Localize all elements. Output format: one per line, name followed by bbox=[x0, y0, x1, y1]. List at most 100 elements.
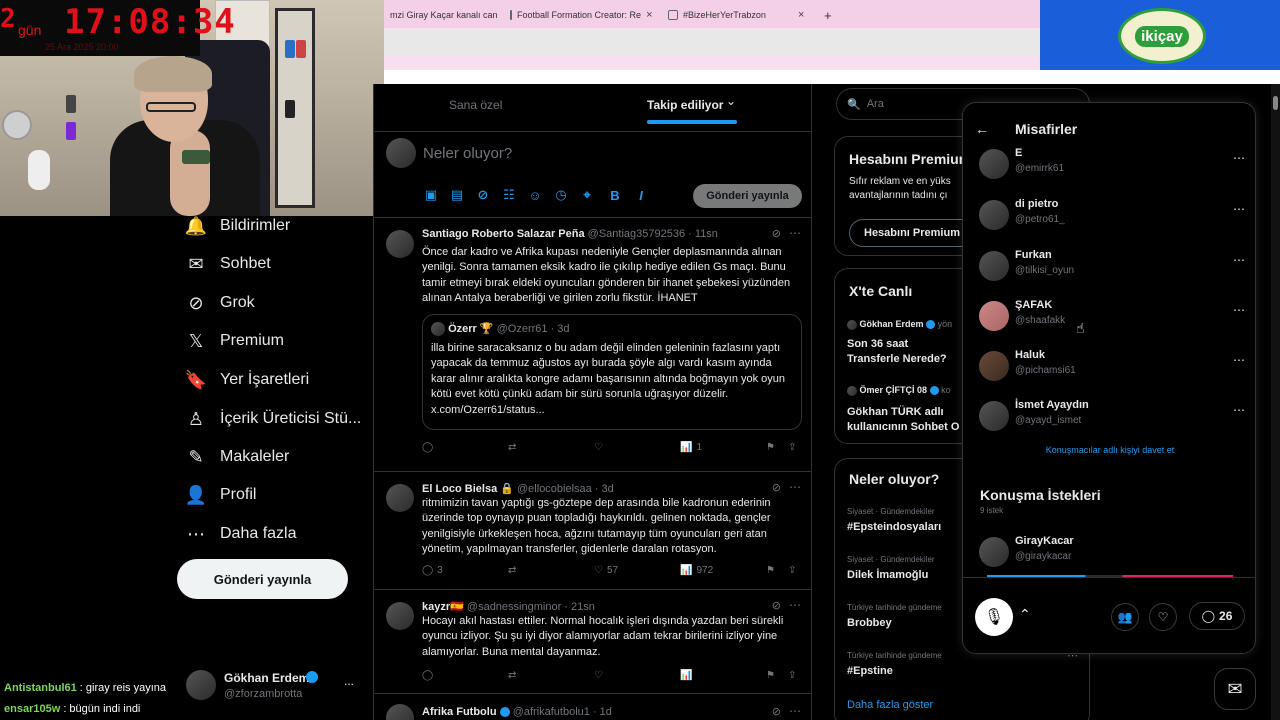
tweet[interactable]: Afrika Futbolu @afrikafutbolu1 · 1d ⊘ ⋯ bbox=[374, 694, 811, 720]
reply-icon[interactable]: ◯ bbox=[422, 442, 433, 453]
avatar[interactable] bbox=[386, 704, 414, 720]
retweet-icon[interactable]: ⇄ bbox=[508, 565, 516, 576]
more-icon[interactable]: ⋯ bbox=[789, 226, 801, 240]
grok-icon[interactable]: ⊘ bbox=[772, 705, 781, 718]
like-icon[interactable]: ♡ bbox=[594, 442, 603, 453]
ikicay-logo: ikiçay bbox=[1118, 8, 1206, 64]
tweet-author-name[interactable]: Afrika Futbolu bbox=[422, 706, 497, 718]
reactions-button[interactable]: ♡ bbox=[1149, 603, 1177, 631]
trend-item[interactable]: Türkiye tarihinde gündeme #Epstine bbox=[847, 651, 1077, 681]
sidebar-item-chat[interactable]: ✉ Sohbet bbox=[186, 249, 270, 279]
sidebar-item-premium[interactable]: 𝕏 Premium bbox=[186, 326, 284, 356]
retweet-icon[interactable]: ⇄ bbox=[508, 670, 516, 681]
tweet-author-name[interactable]: Santiago Roberto Salazar Peña bbox=[422, 228, 585, 240]
quoted-tweet[interactable]: Özerr 🏆 @Ozerr61 · 3d illa birine saraca… bbox=[422, 314, 802, 430]
guest-item[interactable]: ŞAFAK @shaafakk ⋯ bbox=[979, 297, 1249, 337]
more-icon[interactable]: ⋯ bbox=[1233, 403, 1245, 417]
request-item[interactable]: GirayKacar @giraykacar bbox=[979, 533, 1249, 573]
scrollbar-thumb[interactable] bbox=[1273, 96, 1278, 110]
messages-button[interactable]: ✉ bbox=[1214, 668, 1256, 710]
scrollbar[interactable] bbox=[1271, 84, 1280, 720]
tweet[interactable]: kayzr🇪🇸 @sadnessingminor · 21sn ⊘ ⋯ Hoca… bbox=[374, 590, 811, 694]
bold-icon[interactable]: B bbox=[608, 188, 622, 203]
share-icon[interactable]: ⇪ bbox=[788, 442, 796, 453]
share-icon[interactable]: ⇪ bbox=[788, 670, 796, 681]
more-icon[interactable]: ⋯ bbox=[1233, 151, 1245, 165]
more-icon[interactable]: ⋯ bbox=[789, 480, 801, 494]
like-button[interactable]: ♡ 57 bbox=[594, 565, 618, 576]
avatar[interactable] bbox=[386, 484, 414, 512]
guest-item[interactable]: di pietro @petro61_ ⋯ bbox=[979, 196, 1249, 236]
browser-tab[interactable]: mzi Giray Kaçar kanalı can × bbox=[384, 4, 500, 26]
bookmark-icon[interactable]: ⚑ bbox=[766, 670, 775, 681]
account-switcher[interactable]: Gökhan Erdem @zforzambrotta ... bbox=[186, 668, 366, 708]
tweet-text: ritmimizin tavan yaptığı gs-göztepe dep … bbox=[422, 497, 771, 556]
new-tab-button[interactable]: + bbox=[818, 4, 838, 26]
browser-tab[interactable]: Football Formation Creator: Re × bbox=[504, 4, 654, 26]
creator-studio-icon: ♙ bbox=[187, 408, 205, 429]
retweet-icon[interactable]: ⇄ bbox=[508, 442, 516, 453]
chevron-down-icon[interactable]: ⌄ bbox=[726, 94, 736, 108]
tab-following[interactable]: Takip ediliyor bbox=[647, 98, 723, 112]
composer-post-button[interactable]: Gönderi yayınla bbox=[693, 184, 802, 208]
more-icon[interactable]: ... bbox=[344, 674, 354, 688]
more-icon[interactable]: ⋯ bbox=[789, 598, 801, 612]
bookmark-icon[interactable]: ⚑ bbox=[766, 442, 775, 453]
italic-icon[interactable]: I bbox=[634, 188, 648, 203]
grok-icon[interactable]: ⊘ bbox=[476, 187, 490, 202]
more-icon[interactable]: ⋯ bbox=[1233, 303, 1245, 317]
invite-speakers-link[interactable]: Konuşmacılar adlı kişiyi davet et bbox=[963, 445, 1255, 455]
grok-icon[interactable]: ⊘ bbox=[772, 481, 781, 494]
more-icon[interactable]: ⋯ bbox=[1233, 353, 1245, 367]
grok-icon[interactable]: ⊘ bbox=[772, 599, 781, 612]
mic-button[interactable]: 🎙 bbox=[975, 598, 1013, 636]
emoji-icon[interactable]: ☺ bbox=[528, 188, 542, 203]
people-button[interactable]: 👥 bbox=[1111, 603, 1139, 631]
post-button[interactable]: Gönderi yayınla bbox=[177, 559, 348, 599]
sidebar-item-grok[interactable]: ⊘ Grok bbox=[186, 288, 254, 318]
sidebar-item-creator-studio[interactable]: ♙ İçerik Üreticisi Stü... bbox=[186, 404, 361, 434]
tweet-author-name[interactable]: El Loco Bielsa 🔒 bbox=[422, 483, 514, 495]
tweet-author-name[interactable]: kayzr🇪🇸 bbox=[422, 601, 464, 613]
avatar[interactable] bbox=[386, 602, 414, 630]
sidebar-item-notifications[interactable]: 🔔 Bildirimler bbox=[185, 211, 290, 241]
comments-button[interactable]: ◯ 26 bbox=[1189, 602, 1245, 630]
grok-icon[interactable]: ⊘ bbox=[772, 227, 781, 240]
share-icon[interactable]: ⇪ bbox=[788, 565, 796, 576]
sidebar-item-articles[interactable]: ✎ Makaleler bbox=[186, 442, 289, 472]
sidebar-item-more[interactable]: ⋯ Daha fazla bbox=[186, 519, 297, 549]
sidebar-item-bookmarks[interactable]: 🔖 Yer İşaretleri bbox=[185, 365, 309, 395]
guest-item[interactable]: Haluk @pichamsi61 ⋯ bbox=[979, 347, 1249, 387]
sidebar-item-profile[interactable]: 👤 Profil bbox=[185, 480, 257, 510]
avatar[interactable] bbox=[386, 230, 414, 258]
composer-input[interactable]: Neler oluyor? bbox=[423, 145, 512, 162]
browser-tab[interactable]: #BizeHerYerTrabzon × bbox=[662, 4, 814, 26]
views-button[interactable]: 📊 1 bbox=[680, 442, 702, 453]
close-icon[interactable]: × bbox=[646, 9, 652, 21]
image-icon[interactable]: ▣ bbox=[424, 187, 438, 202]
like-icon[interactable]: ♡ bbox=[594, 670, 603, 681]
close-icon[interactable]: × bbox=[798, 9, 804, 21]
views-button[interactable]: 📊 972 bbox=[680, 565, 713, 576]
guest-item[interactable]: İsmet Ayaydın @ayayd_ismet ⋯ bbox=[979, 397, 1249, 437]
show-more-link[interactable]: Daha fazla göster bbox=[847, 699, 933, 711]
tweet[interactable]: El Loco Bielsa 🔒 @ellocobielsaa · 3d ⊘ ⋯… bbox=[374, 472, 811, 590]
reply-button[interactable]: ◯ 3 bbox=[422, 565, 443, 576]
more-icon[interactable]: ⋯ bbox=[1233, 253, 1245, 267]
location-icon[interactable]: ⌖ bbox=[580, 187, 594, 202]
poll-icon[interactable]: ☷ bbox=[502, 187, 516, 202]
gif-icon[interactable]: ▤ bbox=[450, 187, 464, 202]
guest-item[interactable]: Furkan @tilkisi_oyun ⋯ bbox=[979, 247, 1249, 287]
guest-item[interactable]: E @emirrk61 ⋯ bbox=[979, 145, 1249, 185]
bookmark-icon[interactable]: ⚑ bbox=[766, 565, 775, 576]
more-icon[interactable]: ⋯ bbox=[1233, 202, 1245, 216]
address-bar[interactable] bbox=[384, 30, 1040, 56]
back-arrow-icon[interactable]: ← bbox=[975, 121, 989, 137]
tab-for-you[interactable]: Sana özel bbox=[449, 98, 502, 112]
views-icon[interactable]: 📊 bbox=[680, 670, 692, 681]
reply-icon[interactable]: ◯ bbox=[422, 670, 433, 681]
more-icon[interactable]: ⋯ bbox=[789, 704, 801, 718]
tweet[interactable]: Santiago Roberto Salazar Peña @Santiag35… bbox=[374, 218, 811, 472]
schedule-icon[interactable]: ◷ bbox=[554, 187, 568, 202]
chevron-up-icon[interactable]: ⌃ bbox=[1019, 606, 1031, 623]
